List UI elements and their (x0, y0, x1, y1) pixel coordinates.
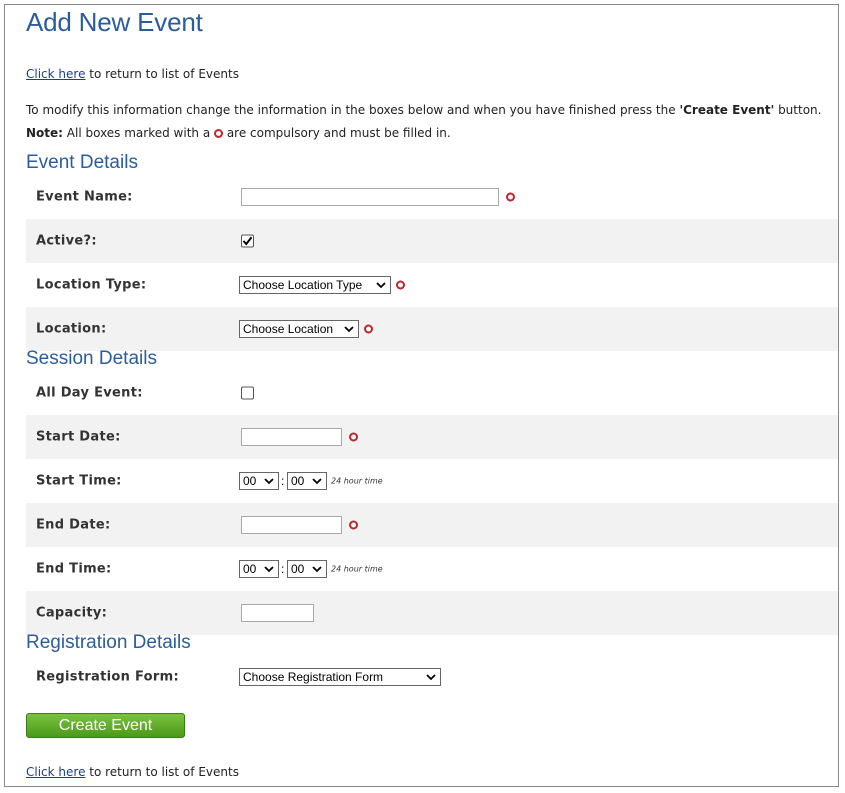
capacity-input[interactable] (241, 604, 314, 622)
row-location-type: Location Type: Choose Location Type (26, 263, 838, 307)
row-end-date: End Date: (26, 503, 838, 547)
note-prefix: All boxes marked with a (62, 126, 214, 140)
location-type-label: Location Type: (36, 277, 147, 293)
intro-button-ref: 'Create Event' (679, 103, 775, 117)
required-note: Note: All boxes marked with a are compul… (26, 126, 451, 140)
note-suffix: are compulsory and must be filled in. (223, 126, 451, 140)
back-link-bottom-line: Click here to return to list of Events (26, 765, 239, 779)
back-link-top-line: Click here to return to list of Events (26, 67, 239, 81)
location-label: Location: (36, 321, 107, 337)
chevron-down-icon (426, 674, 436, 681)
end-date-label: End Date: (36, 517, 111, 533)
row-all-day: All Day Event: (26, 371, 838, 415)
intro-text-body: To modify this information change the in… (26, 103, 680, 117)
chevron-down-icon (376, 282, 386, 289)
start-time-label: Start Time: (36, 473, 122, 489)
event-name-label: Event Name: (36, 189, 133, 205)
row-capacity: Capacity: (26, 591, 838, 635)
end-hour-select[interactable]: 00 (239, 560, 279, 578)
registration-form-select[interactable]: Choose Registration Form (239, 668, 441, 686)
location-selected: Choose Location (243, 322, 334, 336)
active-label: Active?: (36, 233, 97, 249)
row-event-name: Event Name: (26, 175, 838, 219)
all-day-checkbox[interactable] (241, 386, 254, 400)
start-date-label: Start Date: (36, 429, 121, 445)
note-label: Note: (26, 126, 63, 140)
location-required-icon (364, 324, 373, 334)
back-link-suffix: to return to list of Events (85, 67, 239, 81)
back-link-bottom[interactable]: Click here (26, 765, 85, 779)
section-heading-session-details: Session Details (26, 348, 157, 369)
back-link-top[interactable]: Click here (26, 67, 85, 81)
start-time-hint: 24 hour time (331, 476, 383, 486)
page-title: Add New Event (26, 7, 203, 37)
all-day-label: All Day Event: (36, 385, 143, 401)
chevron-down-icon (312, 478, 322, 485)
chevron-down-icon (264, 478, 274, 485)
intro-text: To modify this information change the in… (26, 103, 821, 117)
row-start-date: Start Date: (26, 415, 838, 459)
chevron-down-icon (344, 326, 354, 333)
end-date-required-icon (349, 520, 358, 530)
chevron-down-icon (264, 566, 274, 573)
start-date-input[interactable] (241, 428, 342, 446)
active-checkbox[interactable] (241, 234, 254, 248)
row-end-time: End Time: 00 : 00 24 hour time (26, 547, 838, 591)
event-name-required-icon (506, 192, 515, 202)
capacity-label: Capacity: (36, 605, 108, 621)
create-event-button[interactable]: Create Event (26, 713, 185, 738)
required-marker-icon (214, 129, 223, 138)
section-heading-registration-details: Registration Details (26, 632, 191, 653)
row-registration-form: Registration Form: Choose Registration F… (26, 655, 838, 699)
checkmark-icon (242, 236, 253, 246)
end-hour-selected: 00 (243, 562, 257, 576)
end-time-label: End Time: (36, 561, 112, 577)
row-start-time: Start Time: 00 : 00 24 hour time (26, 459, 838, 503)
end-minute-select[interactable]: 00 (287, 560, 327, 578)
start-hour-select[interactable]: 00 (239, 472, 279, 490)
location-type-selected: Choose Location Type (243, 278, 363, 292)
start-hour-selected: 00 (243, 474, 257, 488)
start-time-separator: : (281, 474, 285, 488)
end-minute-selected: 00 (291, 562, 305, 576)
location-select[interactable]: Choose Location (239, 320, 359, 338)
event-name-input[interactable] (241, 188, 499, 206)
end-time-hint: 24 hour time (331, 564, 383, 574)
end-date-input[interactable] (241, 516, 342, 534)
intro-suffix: button. (774, 103, 822, 117)
start-date-required-icon (349, 432, 358, 442)
back-link-suffix: to return to list of Events (85, 765, 239, 779)
start-minute-selected: 00 (291, 474, 305, 488)
end-time-separator: : (281, 562, 285, 576)
registration-form-label: Registration Form: (36, 669, 179, 685)
start-minute-select[interactable]: 00 (287, 472, 327, 490)
row-location: Location: Choose Location (26, 307, 838, 351)
section-heading-event-details: Event Details (26, 152, 138, 173)
location-type-required-icon (396, 280, 405, 290)
chevron-down-icon (312, 566, 322, 573)
row-active: Active?: (26, 219, 838, 263)
registration-form-selected: Choose Registration Form (243, 670, 384, 684)
location-type-select[interactable]: Choose Location Type (239, 276, 391, 294)
